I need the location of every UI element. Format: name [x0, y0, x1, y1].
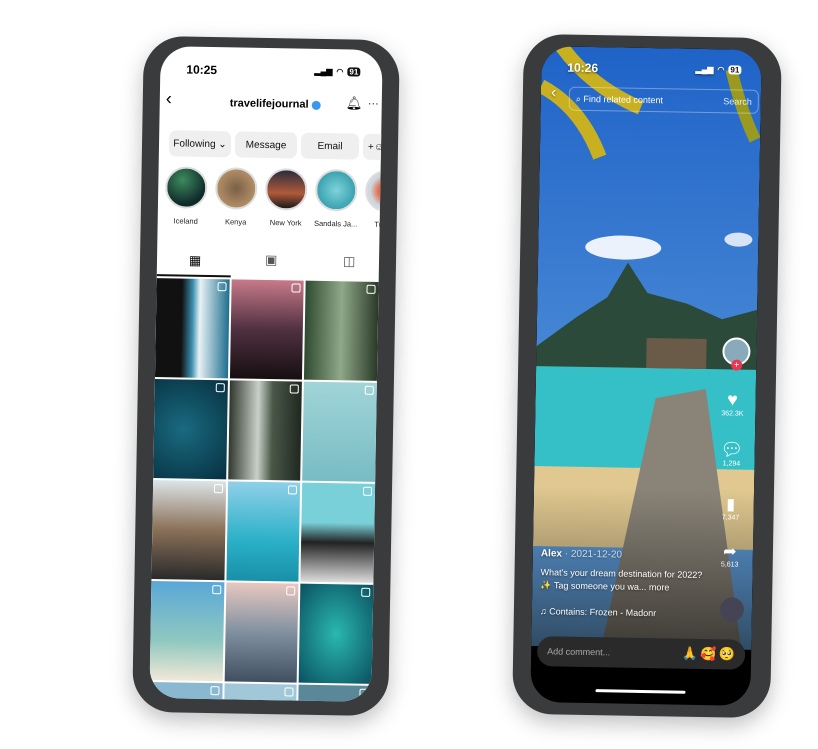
post-tile[interactable] [226, 481, 301, 582]
story-kenya[interactable]: Kenya [212, 167, 261, 227]
phone-left: 10:25 ▂▄▆ ◠ 91 ‹ travelifejournal 🔔︎ ··· … [132, 35, 400, 717]
search-button[interactable]: Search [723, 96, 752, 106]
battery-icon: 91 [347, 67, 361, 77]
wifi-icon: ◠ [717, 65, 725, 75]
post-tile[interactable] [222, 683, 297, 702]
status-icons: ▂▄▆ ◠ 91 [695, 64, 742, 75]
emoji-pray[interactable]: 🙏 [681, 646, 697, 662]
heart-icon: ♥ [727, 389, 739, 410]
tab-indicator [156, 274, 231, 277]
story-iceland[interactable]: Iceland [162, 166, 211, 226]
story-sandals[interactable]: Sandals Ja... [312, 168, 361, 229]
post-tile[interactable] [302, 381, 377, 482]
profile-screen: 10:25 ▂▄▆ ◠ 91 ‹ travelifejournal 🔔︎ ··· … [149, 46, 383, 702]
post-tile[interactable] [151, 480, 226, 581]
battery-icon: 91 [728, 65, 742, 75]
back-icon[interactable]: ‹ [551, 84, 557, 102]
status-time: 10:25 [186, 62, 218, 78]
status-time: 10:26 [567, 60, 599, 76]
story-new-york[interactable]: New York [262, 167, 311, 228]
emoji-pleading[interactable]: 🥺 [719, 646, 735, 662]
home-indicator[interactable] [595, 689, 686, 694]
comment-icon: 💬︎ [720, 439, 744, 460]
phone-right: 10:26 ▂▄▆ ◠ 91 ‹ ⌕ Find related content S… [512, 33, 782, 719]
like-button[interactable]: ♥ 362.3K [717, 389, 747, 418]
bell-icon[interactable]: 🔔︎ [346, 95, 363, 111]
more-icon[interactable]: ··· [368, 98, 379, 110]
post-tile[interactable] [227, 380, 303, 481]
music-label[interactable]: ♫ Contains: Frozen - Madonr [540, 606, 656, 618]
share-button[interactable]: ➦ 5,613 [715, 541, 745, 569]
author-name[interactable]: Alex [541, 548, 562, 559]
email-button[interactable]: Email [300, 132, 360, 160]
message-button[interactable]: Message [234, 131, 298, 159]
comment-button[interactable]: 💬︎ 1,294 [716, 439, 746, 468]
bookmark-icon: ▮ [726, 496, 736, 514]
emoji-hearts[interactable]: 🥰 [700, 646, 716, 662]
search-input[interactable]: ⌕ Find related content Search [568, 86, 760, 114]
comment-input[interactable]: Add comment... 🙏 🥰 🥺 [536, 636, 746, 670]
post-tile[interactable] [298, 583, 374, 684]
save-button[interactable]: ▮ 7,347 [715, 494, 745, 522]
post-tile[interactable] [224, 582, 299, 683]
post-tile[interactable] [149, 581, 225, 682]
post-tile[interactable] [154, 278, 230, 379]
wifi-icon: ◠ [336, 67, 344, 77]
post-tile[interactable] [149, 682, 223, 702]
verified-icon [311, 100, 321, 110]
post-date: · 2021-12-20 [564, 548, 623, 561]
tagged-icon[interactable]: ◫ [343, 253, 356, 269]
signal-icon: ▂▄▆ [695, 64, 714, 75]
post-tile[interactable] [300, 482, 376, 583]
share-icon: ➦ [723, 543, 737, 561]
status-icons: ▂▄▆ ◠ 91 [314, 66, 361, 77]
story-turkey[interactable]: Turkey [362, 169, 383, 230]
post-tile[interactable] [229, 279, 304, 380]
username: travelifejournal [229, 97, 309, 111]
post-tile[interactable] [297, 684, 372, 702]
posts-grid [149, 278, 379, 702]
reel-screen: 10:26 ▂▄▆ ◠ 91 ‹ ⌕ Find related content S… [530, 46, 762, 706]
post-tile[interactable] [153, 379, 228, 480]
grid-icon[interactable]: ▦ [189, 253, 202, 269]
post-tile[interactable] [304, 280, 379, 381]
signal-icon: ▂▄▆ [314, 66, 333, 77]
caption[interactable]: What's your dream destination for 2022? … [540, 566, 710, 595]
add-user-icon[interactable]: +☺ [362, 133, 383, 161]
back-icon[interactable]: ‹ [166, 88, 172, 109]
reels-icon[interactable]: ▣ [265, 252, 278, 268]
following-button[interactable]: Following ⌄ [168, 130, 232, 158]
